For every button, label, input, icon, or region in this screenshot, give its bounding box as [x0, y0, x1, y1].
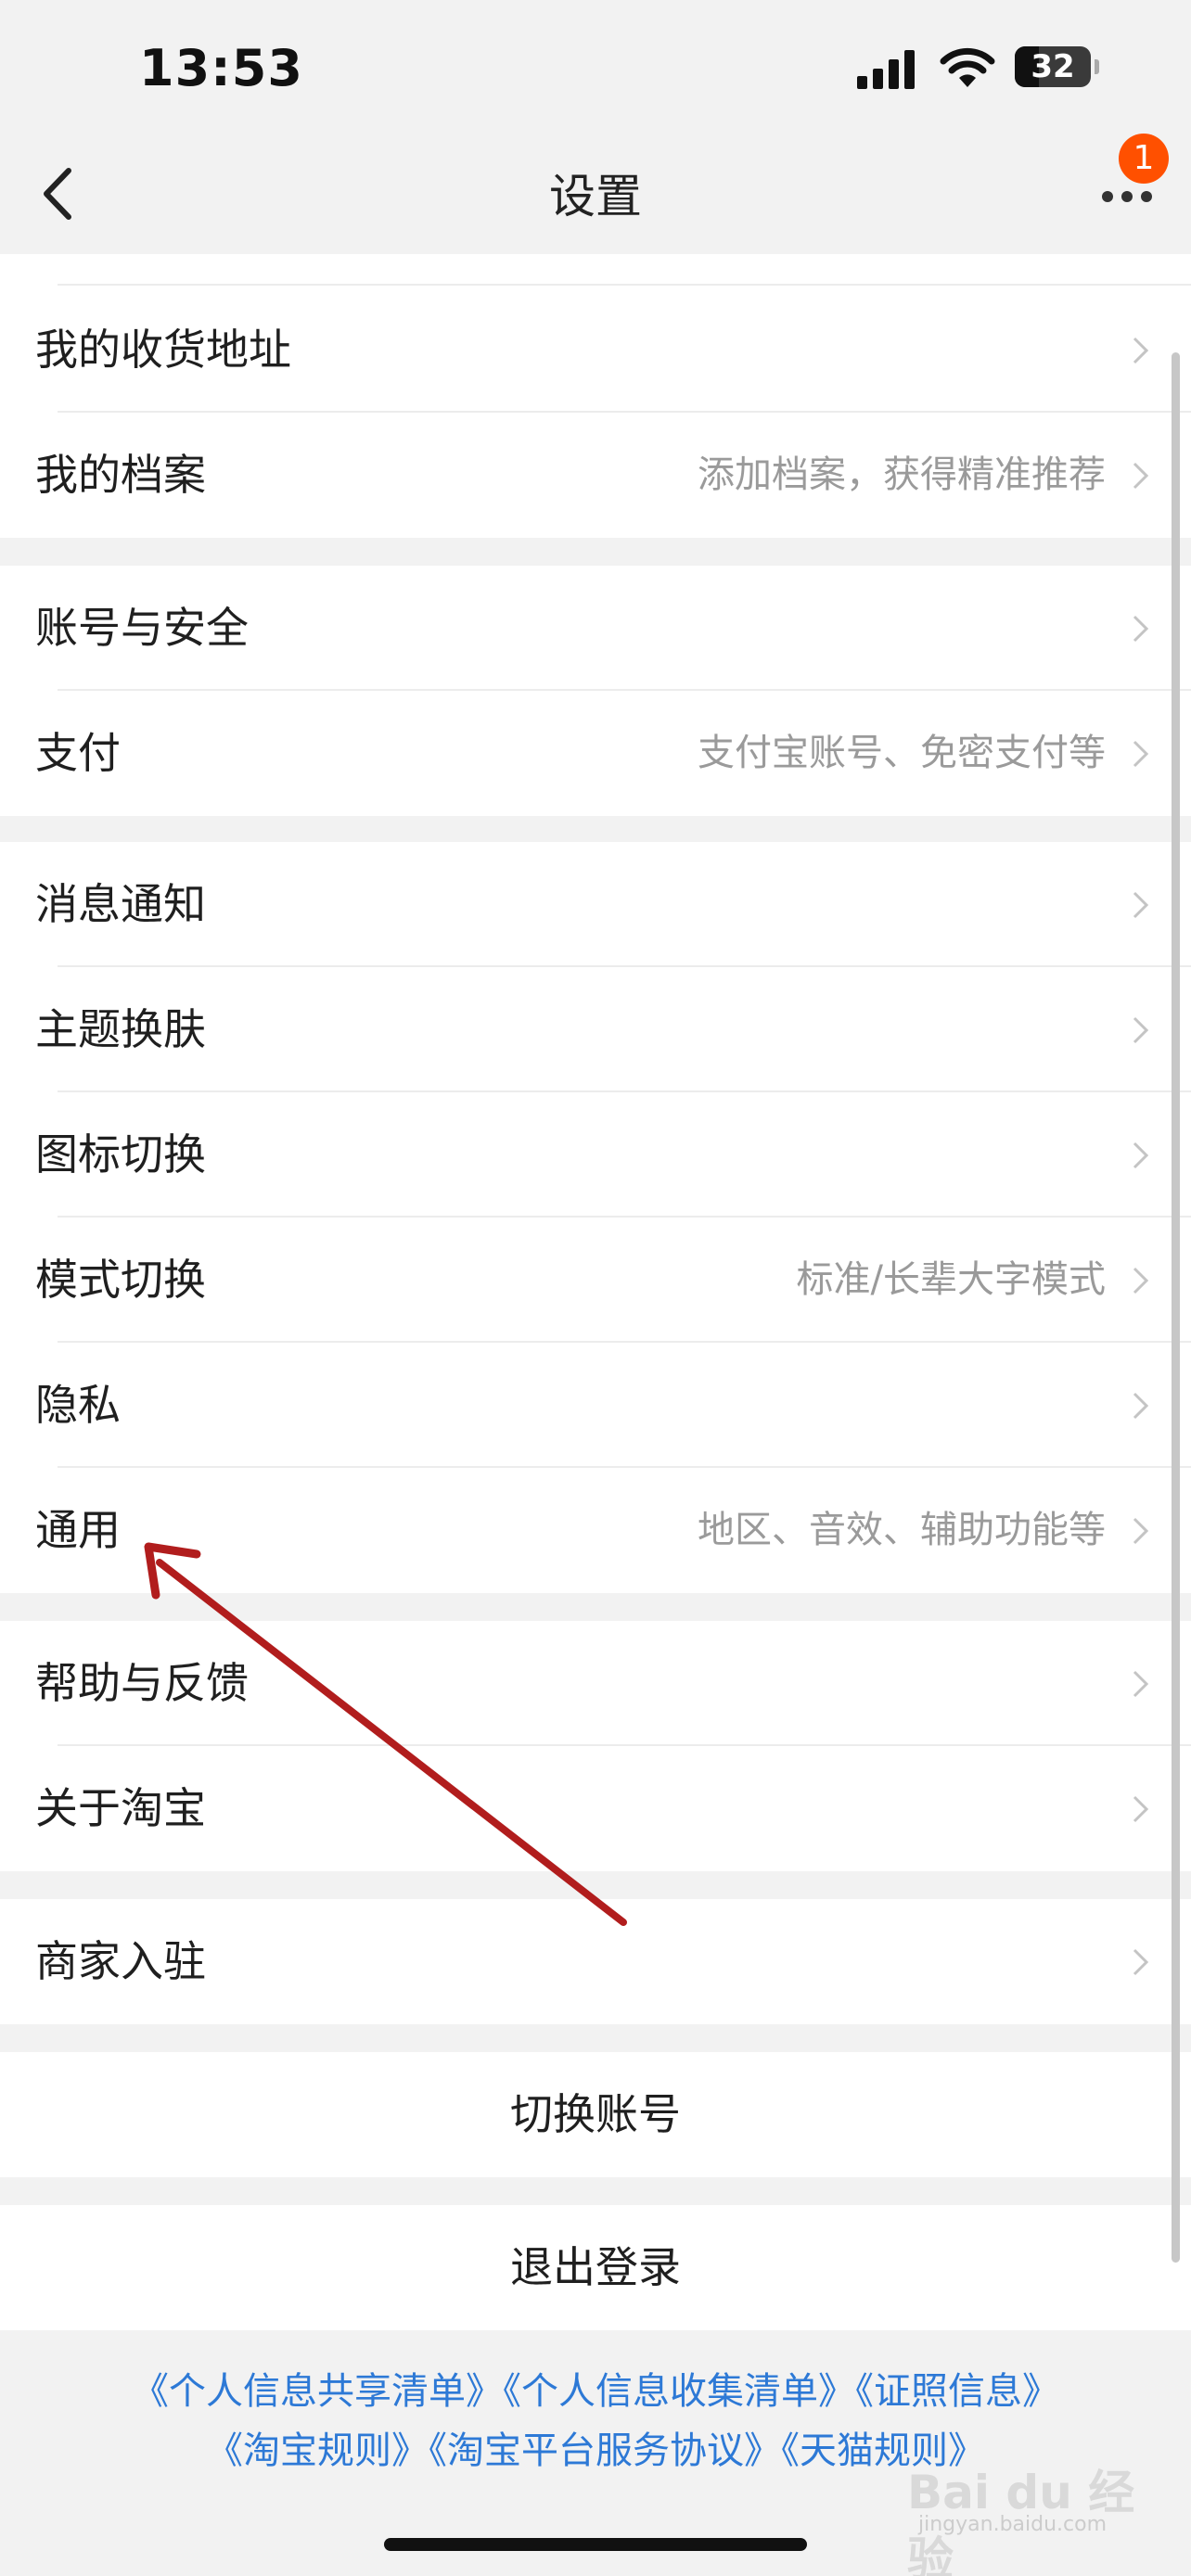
row-label: 支付 — [35, 728, 121, 778]
row-hint: 支付宝账号、免密支付等 — [698, 732, 1106, 774]
row-label: 关于淘宝 — [35, 1783, 206, 1833]
row-about[interactable]: 关于淘宝 — [0, 1746, 1191, 1871]
page-title: 设置 — [549, 170, 642, 223]
status-bar: 13:53 32 — [0, 0, 1191, 139]
chevron-right-icon — [1133, 337, 1149, 364]
row-label: 隐私 — [35, 1380, 121, 1430]
row-privacy[interactable]: 隐私 — [0, 1343, 1191, 1468]
chevron-right-icon — [1133, 1948, 1149, 1976]
chevron-right-icon — [1133, 1670, 1149, 1698]
row-theme[interactable]: 主题换肤 — [0, 967, 1191, 1092]
row-hint: 地区、音效、辅助功能等 — [698, 1509, 1106, 1551]
row-mode-switch[interactable]: 模式切换 标准/长辈大字模式 — [0, 1218, 1191, 1343]
scroll-indicator — [1172, 352, 1180, 2263]
notification-badge: 1 — [1119, 134, 1169, 184]
settings-group-merchant: 商家入驻 — [0, 1899, 1191, 2024]
chevron-right-icon — [1133, 1795, 1149, 1823]
row-notifications[interactable]: 消息通知 — [0, 842, 1191, 967]
row-label: 主题换肤 — [35, 1004, 206, 1054]
policy-links-line-1[interactable]: 《个人信息共享清单》《个人信息收集清单》《证照信息》 — [0, 2362, 1191, 2421]
row-divider — [58, 284, 1191, 286]
row-label: 帮助与反馈 — [35, 1658, 249, 1708]
battery-percent: 32 — [1031, 48, 1075, 85]
settings-group-account: 账号与安全 支付 支付宝账号、免密支付等 — [0, 566, 1191, 816]
chevron-right-icon — [1133, 1392, 1149, 1420]
battery-nub — [1095, 59, 1099, 74]
row-general[interactable]: 通用 地区、音效、辅助功能等 — [0, 1468, 1191, 1593]
row-icon-switch[interactable]: 图标切换 — [0, 1092, 1191, 1218]
chevron-right-icon — [1133, 1267, 1149, 1294]
row-label: 通用 — [35, 1505, 121, 1555]
watermark-sub: jingyan.baidu.com — [918, 2513, 1108, 2536]
home-indicator — [384, 2538, 807, 2551]
wifi-icon — [940, 47, 995, 87]
settings-group-profile: 我的收货地址 我的档案 添加档案，获得精准推荐 — [0, 254, 1191, 538]
baidu-jingyan-watermark: Bai du 经验 jingyan.baidu.com — [900, 2439, 1178, 2576]
row-label: 我的档案 — [35, 450, 206, 500]
logout-button[interactable]: 退出登录 — [0, 2205, 1191, 2330]
row-payment[interactable]: 支付 支付宝账号、免密支付等 — [0, 691, 1191, 816]
cellular-signal-icon — [857, 48, 916, 89]
nav-bar: 设置 — [0, 139, 1191, 254]
chevron-right-icon — [1133, 462, 1149, 490]
chevron-right-icon — [1133, 1141, 1149, 1169]
chevron-right-icon — [1133, 1016, 1149, 1044]
battery-icon: 32 — [1015, 46, 1091, 87]
row-label: 商家入驻 — [35, 1936, 206, 1986]
settings-group-help: 帮助与反馈 关于淘宝 — [0, 1621, 1191, 1871]
chevron-right-icon — [1133, 1517, 1149, 1545]
row-label: 模式切换 — [35, 1255, 206, 1305]
chevron-right-icon — [1133, 891, 1149, 919]
row-hint: 添加档案，获得精准推荐 — [698, 453, 1106, 496]
settings-group-app: 消息通知 主题换肤 图标切换 模式切换 标准/长辈大字模式 隐私 通用 地区、音… — [0, 842, 1191, 1593]
chevron-right-icon — [1133, 740, 1149, 768]
row-hint: 标准/长辈大字模式 — [796, 1258, 1106, 1301]
row-account-security[interactable]: 账号与安全 — [0, 566, 1191, 691]
row-merchant-join[interactable]: 商家入驻 — [0, 1899, 1191, 2024]
row-label: 图标切换 — [35, 1129, 206, 1180]
row-my-profile[interactable]: 我的档案 添加档案，获得精准推荐 — [0, 413, 1191, 538]
chevron-right-icon — [1133, 615, 1149, 643]
row-label: 账号与安全 — [35, 603, 249, 653]
row-label: 我的收货地址 — [35, 325, 291, 375]
row-help-feedback[interactable]: 帮助与反馈 — [0, 1621, 1191, 1746]
row-label: 消息通知 — [35, 879, 206, 929]
switch-account-button[interactable]: 切换账号 — [0, 2052, 1191, 2177]
status-time: 13:53 — [139, 39, 303, 97]
row-shipping-address[interactable]: 我的收货地址 — [0, 287, 1191, 413]
